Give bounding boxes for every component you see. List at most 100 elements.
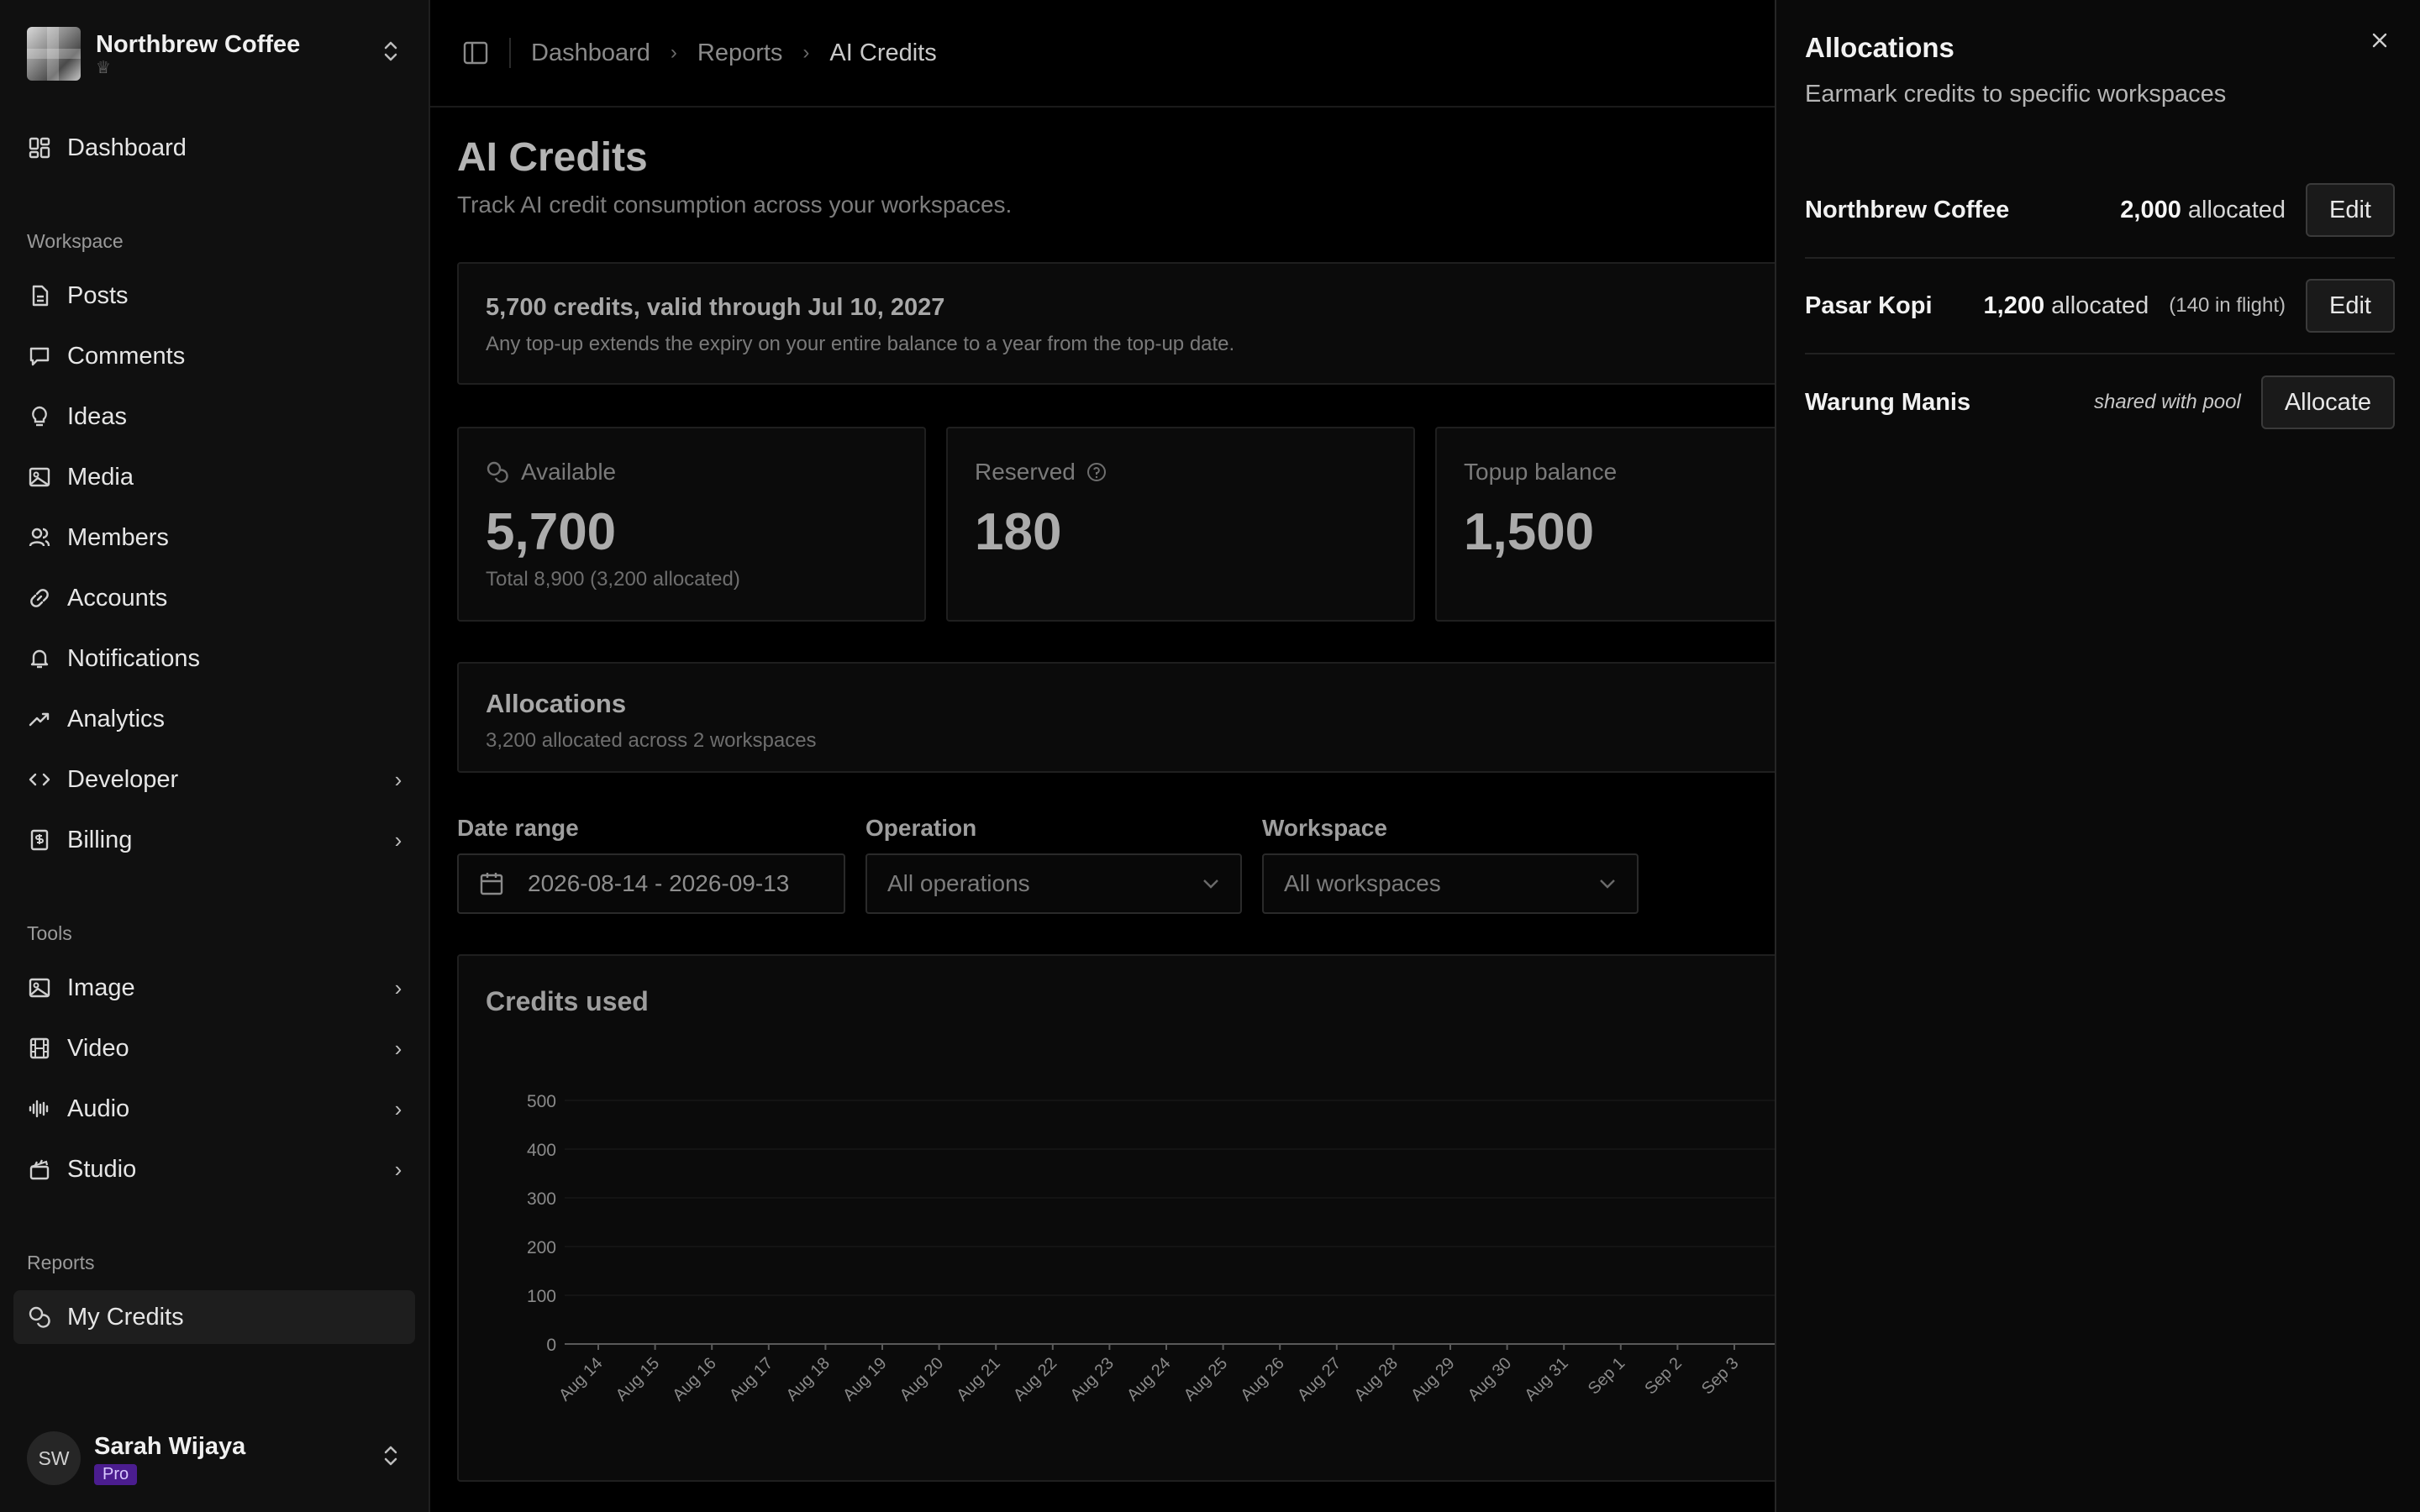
- nav-item-dashboard[interactable]: Dashboard: [13, 121, 415, 175]
- x-tick-label: Aug 14: [555, 1354, 606, 1404]
- x-tick-label: Aug 18: [783, 1354, 834, 1404]
- nav-item-image[interactable]: Image ›: [13, 961, 415, 1015]
- clapperboard-icon: [27, 1157, 52, 1182]
- avatar: SW: [27, 1431, 81, 1485]
- y-tick-label: 400: [527, 1141, 556, 1160]
- org-switcher[interactable]: Northbrew Coffee ♕: [27, 27, 403, 81]
- stat-card-topup: Topup balance 1,500: [1435, 427, 1797, 622]
- stat-card-available: Available 5,700 Total 8,900 (3,200 alloc…: [457, 427, 926, 622]
- nav-item-members[interactable]: Members: [13, 511, 415, 564]
- edit-allocation-button[interactable]: Edit: [2306, 183, 2395, 237]
- drawer-title: Allocations: [1805, 32, 1954, 63]
- nav-item-billing[interactable]: Billing ›: [13, 813, 415, 867]
- stat-value: 5,700: [486, 503, 617, 561]
- user-menu[interactable]: SW Sarah Wijaya Pro: [27, 1428, 403, 1488]
- nav-item-analytics[interactable]: Analytics: [13, 692, 415, 746]
- nav-item-posts[interactable]: Posts: [13, 269, 415, 323]
- allocate-button[interactable]: Allocate: [2260, 375, 2395, 429]
- allocations-card[interactable]: Allocations 3,200 allocated across 2 wor…: [457, 662, 1793, 773]
- x-tick-label: Aug 25: [1181, 1354, 1231, 1404]
- chevron-up-down-icon[interactable]: [378, 39, 403, 70]
- allocation-row: Pasar Kopi 1,200 allocated (140 in fligh…: [1805, 259, 2395, 354]
- x-tick-label: Aug 21: [953, 1354, 1003, 1404]
- chevron-right-icon: ›: [802, 41, 810, 64]
- message-icon: [27, 344, 52, 369]
- nav-label: Image: [67, 974, 135, 1001]
- nav-item-video[interactable]: Video ›: [13, 1021, 415, 1075]
- breadcrumb-current: AI Credits: [829, 39, 937, 66]
- stat-value: 180: [975, 503, 1062, 561]
- coins-icon: [27, 1305, 52, 1330]
- image-icon: [27, 465, 52, 490]
- org-name: Northbrew Coffee: [96, 31, 301, 58]
- stat-label: Available: [521, 459, 617, 485]
- section-label-reports: Reports: [27, 1252, 95, 1273]
- user-name: Sarah Wijaya: [94, 1432, 246, 1460]
- nav-label: Dashboard: [67, 134, 187, 161]
- x-tick-label: Aug 20: [897, 1354, 947, 1404]
- nav-item-developer[interactable]: Developer ›: [13, 753, 415, 806]
- section-label-workspace: Workspace: [27, 230, 124, 252]
- nav-item-my-credits[interactable]: My Credits: [13, 1290, 415, 1344]
- allocation-row: Warung Manis shared with pool Allocate: [1805, 354, 2395, 450]
- x-tick-label: Aug 15: [613, 1354, 663, 1404]
- y-tick-label: 300: [527, 1189, 556, 1209]
- operation-select[interactable]: All operations: [865, 853, 1242, 914]
- bell-icon: [27, 646, 52, 671]
- breadcrumb-reports[interactable]: Reports: [697, 39, 783, 67]
- x-tick-label: Sep 2: [1641, 1354, 1686, 1399]
- chevron-right-icon: ›: [394, 1035, 402, 1061]
- coins-icon: [486, 460, 509, 484]
- topbar: Dashboard › Reports › AI Credits: [430, 0, 1775, 108]
- x-tick-label: Aug 28: [1351, 1354, 1402, 1404]
- allocation-workspace: Northbrew Coffee: [1805, 196, 2010, 223]
- shared-pool-note: shared with pool: [2094, 391, 2241, 413]
- crown-icon: ♕: [96, 59, 111, 77]
- y-tick-label: 200: [527, 1238, 556, 1257]
- nav-item-accounts[interactable]: Accounts: [13, 571, 415, 625]
- plan-badge: Pro: [94, 1463, 138, 1485]
- nav-item-notifications[interactable]: Notifications: [13, 632, 415, 685]
- x-tick-label: Aug 24: [1123, 1354, 1174, 1404]
- chevron-up-down-icon[interactable]: [378, 1443, 403, 1474]
- nav-item-ideas[interactable]: Ideas: [13, 390, 415, 444]
- help-circle-icon[interactable]: [1086, 461, 1107, 483]
- chevron-down-icon: [1598, 873, 1617, 895]
- page-subtitle: Track AI credit consumption across your …: [457, 192, 1013, 218]
- stat-label: Reserved: [975, 459, 1076, 485]
- workspace-value: All workspaces: [1284, 870, 1441, 896]
- allocations-sub: 3,200 allocated across 2 workspaces: [486, 729, 817, 752]
- nav-item-studio[interactable]: Studio ›: [13, 1142, 415, 1196]
- stat-card-reserved: Reserved 180: [946, 427, 1415, 622]
- nav-item-audio[interactable]: Audio ›: [13, 1082, 415, 1136]
- chevron-right-icon: ›: [670, 41, 677, 64]
- nav-label: Accounts: [67, 584, 168, 612]
- org-logo: [27, 27, 81, 81]
- x-tick-label: Sep 1: [1585, 1354, 1629, 1399]
- chevron-down-icon: [1202, 873, 1220, 895]
- section-label-tools: Tools: [27, 922, 72, 944]
- credits-used-chart: 0 100 200 300 400 500 Aug 14 Aug 15 Aug 16 Aug 17…: [527, 1092, 1795, 1404]
- close-icon[interactable]: [2365, 25, 2395, 55]
- sidebar-toggle-icon[interactable]: [460, 38, 491, 68]
- divider: [509, 38, 511, 68]
- drawer-subtitle: Earmark credits to specific workspaces: [1805, 81, 2227, 108]
- trending-up-icon: [27, 706, 52, 732]
- date-range-picker[interactable]: 2026-08-14 - 2026-09-13: [457, 853, 845, 914]
- stat-label: Topup balance: [1464, 459, 1618, 485]
- link-icon: [27, 585, 52, 611]
- edit-allocation-button[interactable]: Edit: [2306, 279, 2395, 333]
- allocation-amount-value: 2,000: [2120, 196, 2181, 223]
- workspace-select[interactable]: All workspaces: [1262, 853, 1639, 914]
- nav-item-comments[interactable]: Comments: [13, 329, 415, 383]
- x-tick-label: Aug 17: [726, 1354, 776, 1404]
- file-icon: [27, 283, 52, 308]
- nav-item-media[interactable]: Media: [13, 450, 415, 504]
- breadcrumb-dashboard[interactable]: Dashboard: [531, 39, 650, 67]
- users-icon: [27, 525, 52, 550]
- chevron-right-icon: ›: [394, 1095, 402, 1121]
- allocation-amount-value: 1,200: [1983, 291, 2045, 319]
- dashboard-icon: [27, 135, 52, 160]
- x-tick-label: Aug 22: [1010, 1354, 1060, 1404]
- stat-value: 1,500: [1464, 503, 1595, 561]
